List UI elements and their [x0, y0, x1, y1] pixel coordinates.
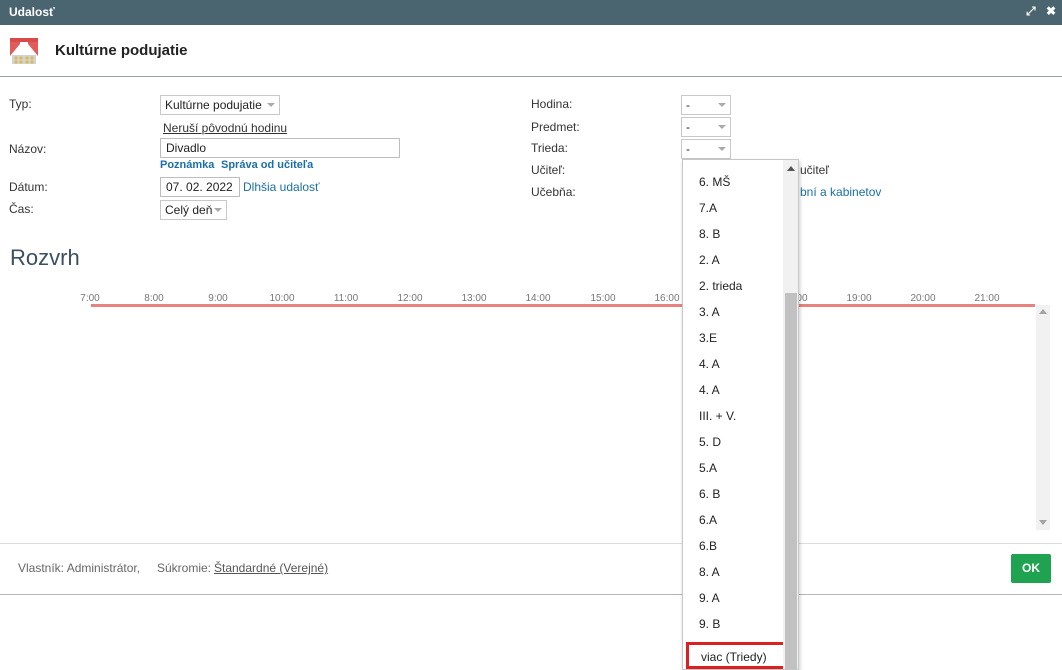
timeline-tick: 15:00: [590, 293, 616, 304]
viac-triedy-option[interactable]: viac (Triedy): [686, 642, 789, 669]
predmet-select[interactable]: -: [681, 117, 731, 137]
privacy-link[interactable]: Štandardné (Verejné): [214, 561, 328, 575]
predmet-select-value: -: [686, 120, 690, 134]
list-item[interactable]: 2. A: [699, 253, 720, 267]
datum-label: Dátum:: [9, 180, 48, 194]
chevron-down-icon: [718, 103, 726, 107]
ucitel-value[interactable]: učiteľ: [800, 163, 829, 177]
timeline-tick: 12:00: [397, 293, 423, 304]
list-item[interactable]: III. + V.: [699, 409, 736, 423]
nerusi-hodinu-link[interactable]: Neruší pôvodnú hodinu: [163, 121, 287, 135]
timeline-tick: 16:00: [654, 293, 680, 304]
list-item[interactable]: 9. A: [699, 591, 720, 605]
nazov-label: Názov:: [9, 142, 47, 156]
dialog-footer: Vlastník: Administrátor, Súkromie: Štand…: [0, 543, 1062, 595]
list-item[interactable]: 2. trieda: [699, 279, 742, 293]
list-item[interactable]: 6.A: [699, 513, 717, 527]
hodina-label: Hodina:: [531, 97, 573, 111]
list-item[interactable]: 6.B: [699, 539, 717, 553]
cas-select[interactable]: Celý deň: [160, 200, 227, 220]
list-item[interactable]: 6. MŠ: [699, 175, 730, 189]
dlhsia-udalost-link[interactable]: Dlhšia udalosť: [243, 180, 320, 194]
hodina-select[interactable]: -: [681, 95, 731, 115]
ucebna-label: Učebňa:: [531, 185, 576, 199]
timeline-tick: 11:00: [333, 293, 359, 304]
window-titlebar: Udalosť ⤢ ✖: [0, 0, 1062, 25]
sprava-od-ucitela-link[interactable]: Správa od učiteľa: [221, 159, 313, 171]
schedule-title: Rozvrh: [10, 245, 80, 270]
typ-select[interactable]: Kultúrne podujatie: [160, 95, 280, 115]
trieda-select[interactable]: -: [681, 139, 731, 159]
typ-select-value: Kultúrne podujatie: [165, 98, 262, 112]
event-header: Kultúrne podujatie: [0, 25, 1062, 77]
expand-icon[interactable]: ⤢: [1026, 4, 1036, 19]
timeline-tick: 9:00: [208, 293, 228, 304]
page-title: Kultúrne podujatie: [55, 42, 188, 59]
ucitel-label: Učiteľ:: [531, 163, 566, 177]
schedule-scrollbar[interactable]: [1036, 305, 1050, 530]
window-title: Udalosť: [9, 5, 55, 19]
typ-label: Typ:: [9, 97, 32, 111]
nazov-input[interactable]: [160, 138, 400, 158]
list-item[interactable]: 5. D: [699, 435, 721, 449]
timeline-tick: 13:00: [461, 293, 487, 304]
predmet-label: Predmet:: [531, 120, 580, 134]
timeline-tick: 21:00: [974, 293, 1000, 304]
timeline-tick: 10:00: [269, 293, 295, 304]
owner-text: Vlastník: Administrátor,: [18, 561, 141, 575]
list-item[interactable]: 8. A: [699, 565, 720, 579]
scroll-up-icon[interactable]: [1039, 309, 1047, 314]
chevron-down-icon: [718, 147, 726, 151]
list-item[interactable]: 6. B: [699, 487, 720, 501]
dropdown-scrollbar-thumb[interactable]: [785, 293, 797, 669]
scroll-up-icon[interactable]: [787, 166, 795, 171]
poznamka-link[interactable]: Poznámka: [160, 159, 214, 171]
timeline-tick: 14:00: [525, 293, 551, 304]
scroll-down-icon[interactable]: [1039, 520, 1047, 525]
timeline-tick: 8:00: [144, 293, 164, 304]
list-item[interactable]: 9. B: [699, 617, 720, 631]
chevron-down-icon: [718, 125, 726, 129]
list-item[interactable]: 7.A: [699, 201, 717, 215]
list-item[interactable]: 4. A: [699, 383, 720, 397]
cas-label: Čas:: [9, 202, 34, 216]
list-item[interactable]: 4. A: [699, 357, 720, 371]
datum-input[interactable]: [160, 177, 240, 197]
timeline-tick: 20:00: [910, 293, 936, 304]
theater-curtain-icon: [10, 38, 38, 64]
privacy-label: Súkromie:: [157, 561, 212, 575]
timeline-event-bar[interactable]: [91, 304, 1035, 307]
ok-button[interactable]: OK: [1011, 554, 1051, 583]
chevron-down-icon: [267, 103, 275, 107]
trieda-label: Trieda:: [531, 141, 568, 155]
timeline-tick: 19:00: [846, 293, 872, 304]
chevron-down-icon: [214, 208, 222, 212]
timeline-tick: 7:00: [80, 293, 100, 304]
list-item[interactable]: 3.E: [699, 331, 717, 345]
ucebna-link[interactable]: bní a kabinetov: [800, 185, 881, 199]
viac-triedy-label: viac (Triedy): [701, 650, 767, 664]
list-item[interactable]: 3. A: [699, 305, 720, 319]
cas-select-value: Celý deň: [165, 203, 213, 217]
trieda-dropdown-list[interactable]: 6. MŠ 7.A 8. B 2. A 2. trieda 3. A 3.E 4…: [682, 159, 799, 670]
close-icon[interactable]: ✖: [1046, 4, 1056, 18]
list-item[interactable]: 5.A: [699, 461, 717, 475]
list-item[interactable]: 8. B: [699, 227, 720, 241]
hodina-select-value: -: [686, 98, 690, 112]
trieda-select-value: -: [686, 142, 690, 156]
